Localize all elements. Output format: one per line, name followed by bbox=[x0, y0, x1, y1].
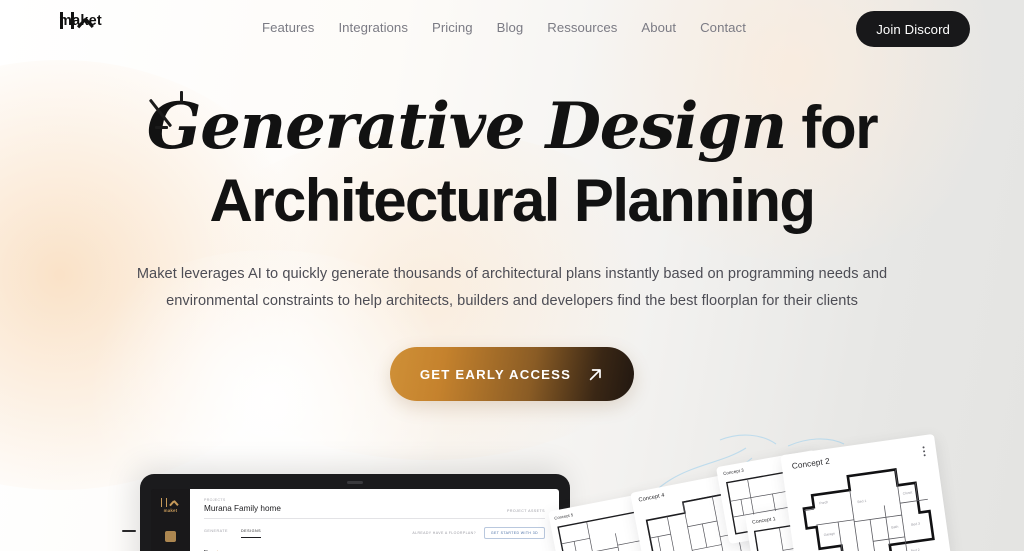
nav-item-features[interactable]: Features bbox=[262, 20, 314, 35]
hero-subheading: Maket leverages AI to quickly generate t… bbox=[136, 266, 888, 309]
get-early-access-button[interactable]: GET EARLY ACCESS bbox=[389, 347, 635, 401]
concept-card-2-label: Concept 2 bbox=[791, 456, 831, 471]
app-tabs-row: GENERATE DESIGNS ALREADY HAVE A FLOORPLA… bbox=[204, 527, 545, 539]
device-screen: maket Projects Murana Family home PROJEC… bbox=[151, 489, 559, 551]
brand-logo[interactable]: maket bbox=[59, 12, 123, 48]
app-title-row: Murana Family home PROJECT ASSETS bbox=[204, 504, 545, 519]
nav-item-contact[interactable]: Contact bbox=[700, 20, 746, 35]
app-get-started-3d-button[interactable]: GET STARTED WITH 3D bbox=[483, 527, 545, 539]
app-sidebar-icon[interactable] bbox=[165, 531, 176, 542]
device-frame: maket Projects Murana Family home PROJEC… bbox=[140, 474, 570, 551]
floorplan-diagram-2: Porch Bed 1 Closet Garage Living Bath Be… bbox=[802, 468, 935, 551]
concept-card-5-label: Concept 5 bbox=[553, 512, 574, 521]
app-floorplan-hint: ALREADY HAVE A FLOORPLAN? bbox=[412, 531, 476, 535]
concept-card-2-menu-icon[interactable] bbox=[922, 446, 926, 457]
nav-item-pricing[interactable]: Pricing bbox=[432, 20, 473, 35]
app-sidebar: maket bbox=[151, 489, 190, 551]
app-main-panel: Projects Murana Family home PROJECT ASSE… bbox=[190, 489, 559, 551]
join-discord-button[interactable]: Join Discord bbox=[856, 11, 970, 47]
headline-line-2: Architectural Planning bbox=[209, 167, 817, 234]
app-project-assets-link[interactable]: PROJECT ASSETS bbox=[507, 509, 545, 513]
floorplan-concept-cards: Concept 5 Concept 4 Concept 3 Concept 1 … bbox=[548, 433, 951, 551]
nav-item-integrations[interactable]: Integrations bbox=[338, 20, 408, 35]
headline-italic-part: Generative Design bbox=[146, 89, 788, 164]
hero-section: Generative Design for Architectural Plan… bbox=[0, 90, 1024, 401]
arrow-up-right-icon bbox=[589, 368, 602, 380]
site-header: maket Features Integrations Pricing Blog… bbox=[0, 0, 1024, 58]
app-tabs: GENERATE DESIGNS bbox=[204, 529, 262, 538]
concept-card-4-label: Concept 4 bbox=[638, 492, 666, 504]
app-project-title: Murana Family home bbox=[204, 504, 281, 513]
concept-card-3-label: Concept 3 bbox=[722, 467, 745, 477]
cta-container: GET EARLY ACCESS bbox=[0, 347, 1024, 401]
app-tab-generate[interactable]: GENERATE bbox=[204, 529, 228, 538]
nav-item-blog[interactable]: Blog bbox=[497, 20, 524, 35]
app-maket-logo-icon bbox=[159, 498, 183, 507]
sparkle-decoration-icon bbox=[148, 90, 189, 134]
device-camera-notch bbox=[347, 481, 363, 484]
hero-page-stage: maket Features Integrations Pricing Blog… bbox=[0, 0, 1024, 551]
nav-item-about[interactable]: About bbox=[641, 20, 676, 35]
concept-card-2[interactable]: Concept 2 Porch Bed 1 Closet Garage Livi… bbox=[780, 433, 951, 551]
app-eyebrow-label: Projects bbox=[204, 498, 226, 502]
cta-label: GET EARLY ACCESS bbox=[419, 366, 572, 382]
headline-sans-part: for bbox=[786, 94, 878, 161]
concept-card-1-label: Concept 1 bbox=[751, 516, 777, 526]
page-title: Generative Design for Architectural Plan… bbox=[0, 90, 1024, 235]
laptop-device-mockup: maket Projects Murana Family home PROJEC… bbox=[122, 474, 570, 551]
app-logo-text: maket bbox=[163, 508, 178, 513]
app-tab-designs[interactable]: DESIGNS bbox=[241, 529, 262, 538]
primary-navigation: Features Integrations Pricing Blog Resso… bbox=[262, 20, 746, 35]
app-actions: ALREADY HAVE A FLOORPLAN? GET STARTED WI… bbox=[412, 527, 545, 539]
device-foot bbox=[122, 530, 136, 532]
nav-item-ressources[interactable]: Ressources bbox=[547, 20, 617, 35]
